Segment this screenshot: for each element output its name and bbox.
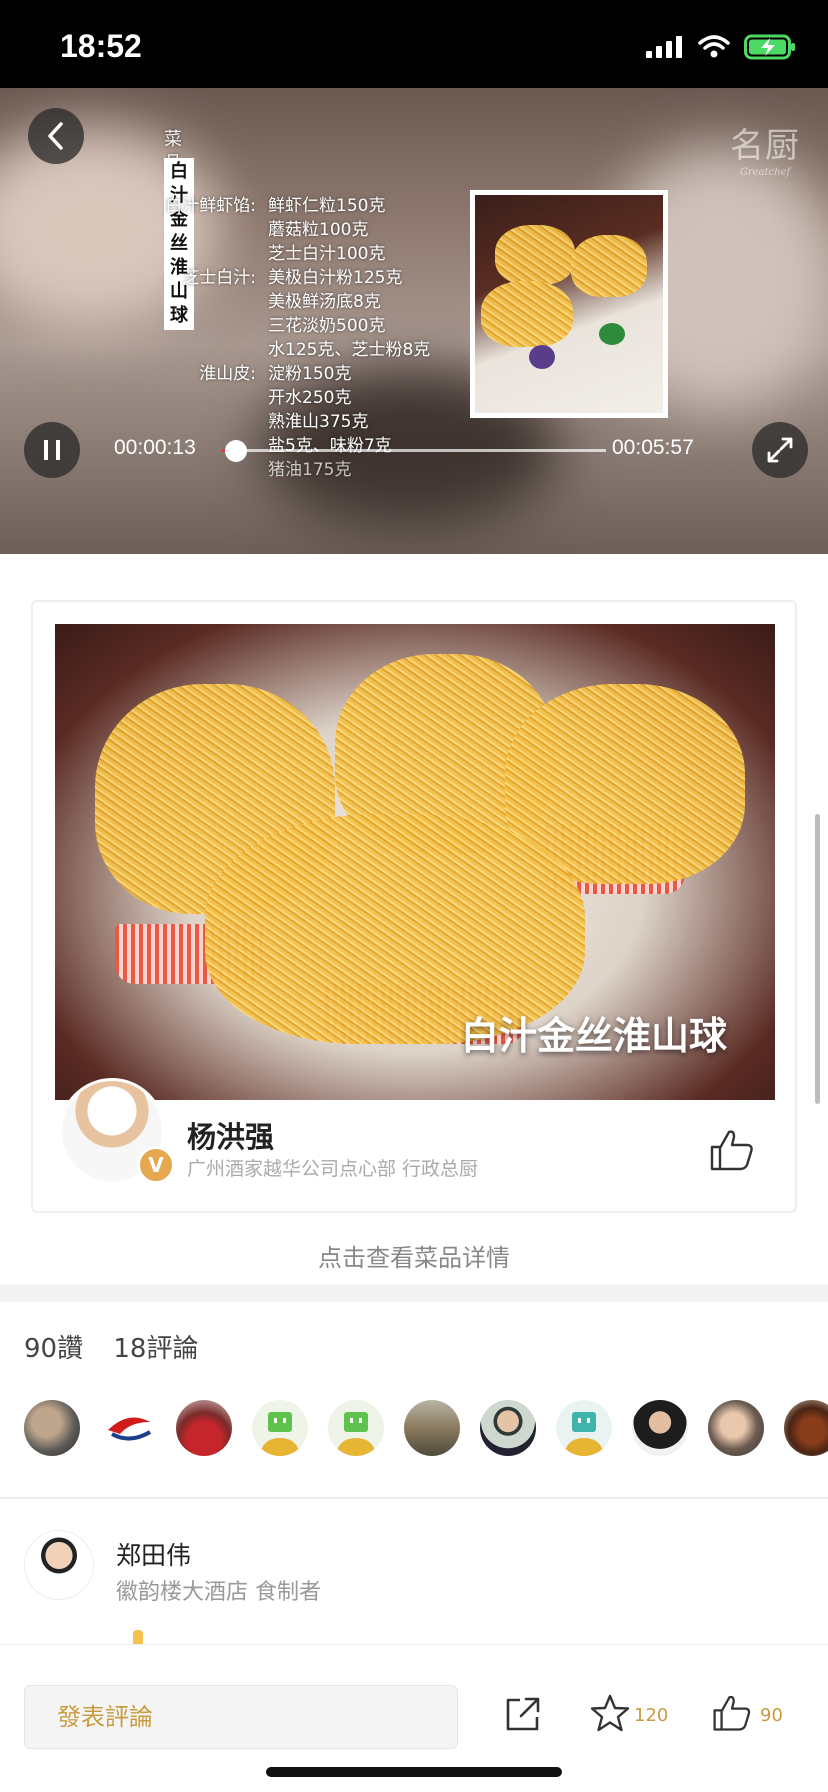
default-avatar-icon xyxy=(260,1412,300,1456)
garnish-flower xyxy=(529,345,555,369)
comment-input[interactable]: 發表評論 xyxy=(24,1685,458,1749)
pause-icon xyxy=(44,440,60,460)
brand-watermark: 名厨 Greatchef xyxy=(730,118,800,178)
default-avatar-icon xyxy=(336,1412,376,1456)
divider xyxy=(0,1497,828,1499)
progress-track[interactable] xyxy=(222,440,606,462)
liker-avatar[interactable] xyxy=(252,1400,308,1456)
commenter-name[interactable]: 郑田伟 xyxy=(116,1536,191,1572)
chef-title: 广州酒家越华公司点心部 行政总厨 xyxy=(187,1158,479,1180)
nest-shape xyxy=(481,281,573,347)
star-icon xyxy=(590,1694,630,1732)
default-avatar-icon xyxy=(564,1412,604,1456)
video-player[interactable]: 名厨 Greatchef 菜品主辅料介绍: 白汁金丝淮山球 白汁鲜虾馅: 鲜虾仁… xyxy=(0,88,828,554)
fullscreen-button[interactable] xyxy=(752,422,808,478)
expand-icon xyxy=(767,437,793,463)
liker-avatar[interactable] xyxy=(632,1400,688,1456)
status-time: 18:52 xyxy=(60,28,142,64)
bottom-action-bar: 發表評論 120 90 xyxy=(0,1644,828,1792)
view-details-link[interactable]: 点击查看菜品详情 xyxy=(0,1238,828,1273)
liker-avatar[interactable] xyxy=(328,1400,384,1456)
chef-name[interactable]: 杨洪强 xyxy=(187,1114,274,1156)
wifi-icon xyxy=(698,35,730,58)
liker-avatar[interactable] xyxy=(708,1400,764,1456)
comment-emoji-fragment xyxy=(133,1630,143,1644)
ingredient-group-label: 芝士白汁: xyxy=(182,268,256,288)
video-controls: 00:00:13 00:05:57 xyxy=(0,422,828,522)
signal-icon xyxy=(646,36,682,58)
battery-charging-icon xyxy=(744,34,795,60)
chevron-left-icon xyxy=(48,122,63,150)
dish-caption: 白汁金丝淮山球 xyxy=(460,1014,727,1058)
ingredient-item: 美极白汁粉125克 xyxy=(268,268,403,288)
liker-avatar[interactable] xyxy=(556,1400,612,1456)
liker-avatar[interactable] xyxy=(24,1400,80,1456)
airline-logo-icon xyxy=(108,1417,152,1441)
likes-count[interactable]: 90讚 xyxy=(24,1334,83,1364)
liker-avatar[interactable] xyxy=(100,1400,156,1456)
ingredient-group-label: 白汁鲜虾馅: xyxy=(165,196,256,216)
home-indicator xyxy=(266,1767,562,1777)
thumbs-up-icon xyxy=(713,1695,751,1731)
ingredient-item: 蘑菇粒100克 xyxy=(268,220,369,240)
back-button[interactable] xyxy=(28,108,84,164)
ingredient-group-label: 淮山皮: xyxy=(199,364,256,384)
watermark-text: 名厨 xyxy=(730,126,800,166)
favorite-button[interactable] xyxy=(590,1693,630,1737)
ingredient-item: 开水250克 xyxy=(268,388,352,408)
progress-thumb[interactable] xyxy=(224,440,247,462)
comments-count[interactable]: 18評論 xyxy=(113,1334,198,1364)
liker-avatar[interactable] xyxy=(176,1400,232,1456)
like-count: 90 xyxy=(760,1705,783,1726)
ingredient-item: 美极鲜汤底8克 xyxy=(268,292,381,312)
dish-image[interactable]: 白汁金丝淮山球 xyxy=(55,624,775,1100)
share-button[interactable] xyxy=(504,1695,542,1737)
ingredient-item: 芝士白汁100克 xyxy=(268,244,386,264)
ingredient-item: 鲜虾仁粒150克 xyxy=(268,196,386,216)
status-icons xyxy=(646,34,796,60)
liker-avatar[interactable] xyxy=(784,1400,828,1456)
total-time: 00:05:57 xyxy=(612,436,694,459)
commenter-org: 徽韵楼大酒店 食制者 xyxy=(116,1580,321,1605)
current-time: 00:00:13 xyxy=(114,436,196,459)
favorite-count: 120 xyxy=(634,1705,669,1726)
nest-shape xyxy=(571,235,647,297)
pause-button[interactable] xyxy=(24,422,80,478)
nest-shape xyxy=(495,225,575,285)
dish-card[interactable]: 白汁金丝淮山球 V 杨洪强 广州酒家越华公司点心部 行政总厨 xyxy=(31,600,797,1213)
engagement-stats: 90讚 18評論 xyxy=(24,1328,220,1365)
dish-tag: 白汁金丝淮山球 xyxy=(164,158,194,330)
ingredient-item: 水125克、芝士粉8克 xyxy=(268,340,431,360)
ingredient-item: 三花淡奶500克 xyxy=(268,316,386,336)
watermark-subtext: Greatchef xyxy=(739,167,791,178)
liker-avatars xyxy=(24,1400,828,1460)
liker-avatar[interactable] xyxy=(480,1400,536,1456)
scroll-indicator xyxy=(815,814,820,1104)
verified-badge: V xyxy=(137,1146,175,1184)
liker-avatar[interactable] xyxy=(404,1400,460,1456)
status-bar: 18:52 xyxy=(0,0,828,88)
like-button[interactable] xyxy=(712,1693,752,1737)
card-like-button[interactable] xyxy=(709,1128,755,1176)
section-divider xyxy=(0,1284,828,1302)
garnish-leaf xyxy=(599,323,625,345)
thumbs-up-icon xyxy=(710,1130,753,1171)
dish-photo-inset xyxy=(470,190,668,418)
share-icon xyxy=(506,1697,540,1731)
commenter-avatar[interactable] xyxy=(24,1530,94,1600)
ingredient-item: 淀粉150克 xyxy=(268,364,352,384)
